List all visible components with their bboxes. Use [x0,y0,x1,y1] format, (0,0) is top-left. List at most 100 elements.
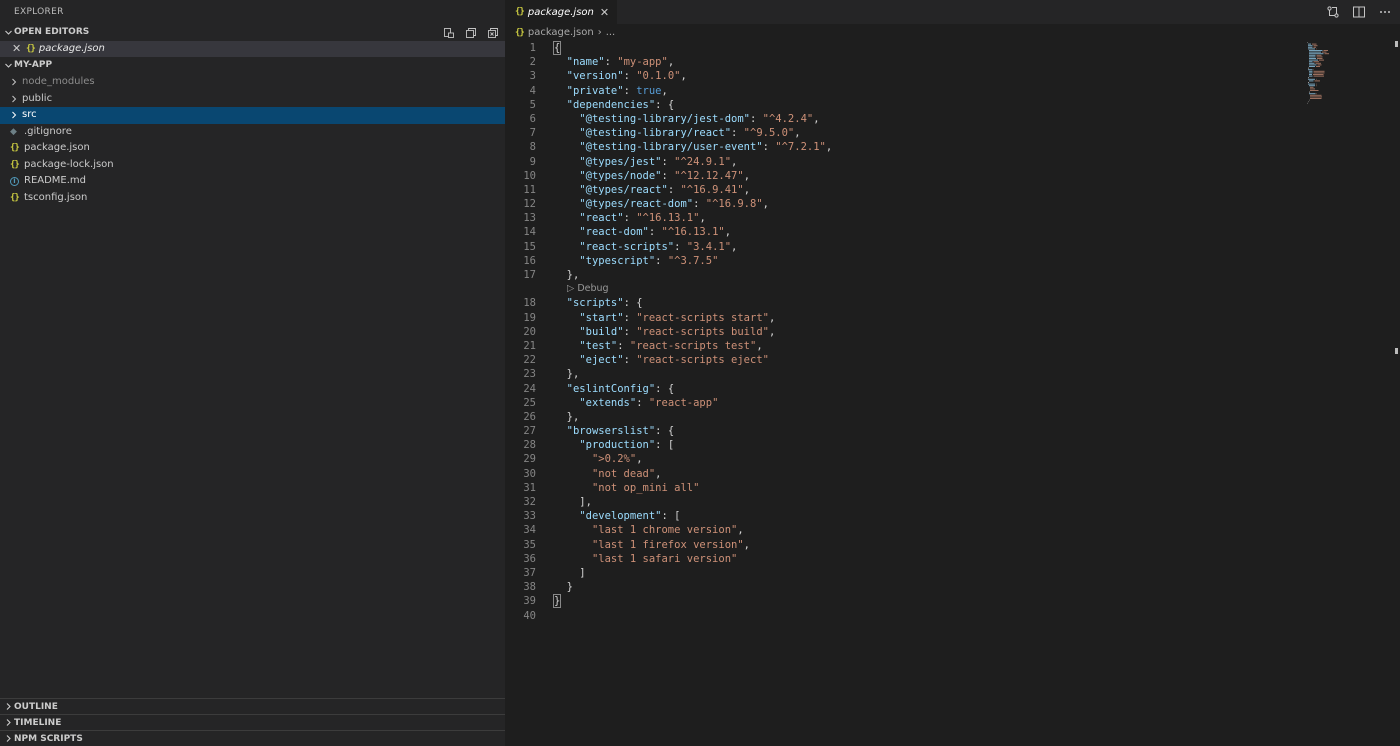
minimap-line [1309,56,1316,58]
json-file-icon: {} [10,192,20,203]
code-text: }, [554,410,580,423]
outline-header[interactable]: OUTLINE [0,698,505,714]
minimap-line [1309,85,1315,87]
code-text: ">0.2%", [591,453,643,466]
code-line: 3 "version": "0.1.0", [505,69,1305,83]
tab-label: package.json [527,6,594,18]
open-editors-label: OPEN EDITORS [14,27,90,37]
minimap-line [1316,54,1322,56]
code-editor[interactable]: 1{2 "name": "my-app", 3 "version": "0.1.0… [505,41,1305,623]
code-text: "@types/react": "^16.9.41", [579,183,751,196]
npm-scripts-header[interactable]: NPM SCRIPTS [0,730,505,746]
info-file-icon: i [10,176,24,186]
minimap-line [1316,93,1317,95]
code-text: "not op_mini all" [591,481,700,494]
code-text: "last 1 chrome version", [591,524,744,537]
tree-item-gitignore[interactable]: ◆ .gitignore [0,124,505,141]
split-editor-icon[interactable] [1352,5,1366,19]
line-number: 22 [523,354,536,367]
code-line: 18 "scripts": { [505,296,1305,310]
close-icon[interactable]: ✕ [600,6,609,19]
line-number: 35 [523,538,536,551]
code-text: "name": "my-app", [566,56,675,69]
minimap-line [1316,83,1317,85]
tree-item-readme[interactable]: i README.md [0,173,505,190]
chevron-right-icon [10,95,22,103]
code-text: } [552,594,562,609]
code-text: "last 1 firefox version", [591,538,750,551]
code-line: 37 ] [505,566,1305,580]
code-text: } [554,581,573,594]
line-number: 38 [523,581,536,594]
code-text: }, [554,269,580,281]
minimap-line [1309,61,1313,63]
minimap-line [1310,94,1322,96]
compare-changes-icon[interactable] [1326,5,1340,19]
line-number: 9 [529,155,536,168]
timeline-header[interactable]: TIMELINE [0,714,505,730]
minimap-line [1316,85,1317,87]
close-icon[interactable]: ✕ [12,41,22,57]
code-text: }, [554,368,580,381]
tree-item-package-json[interactable]: {} package.json [0,140,505,157]
code-text: "browserslist": { [566,425,675,438]
code-line: 34 "last 1 chrome version", [505,523,1305,537]
code-line: 31 "not op_mini all" [505,481,1305,495]
code-text: "start": "react-scripts start", [579,311,776,324]
line-number: 26 [523,410,536,423]
minimap-line [1323,50,1328,51]
tree-item-label: package.json [24,142,90,153]
tree-item-src[interactable]: src [0,107,505,124]
code-line: 16 "typescript": "^3.7.5" [505,254,1305,268]
line-number: 33 [523,510,536,523]
minimap-line [1313,74,1324,75]
code-line: 33 "development": [ [505,509,1305,523]
bottom-sections: OUTLINE TIMELINE NPM SCRIPTS [0,698,505,746]
minimap-line [1308,101,1309,103]
minimap-line [1313,46,1316,48]
minimap-line [1319,59,1324,61]
tree-item-package-lock-json[interactable]: {} package-lock.json [0,157,505,174]
code-text: "test": "react-scripts test", [579,339,763,352]
breadcrumb: {} package.json › ... [505,24,1400,42]
minimap-line [1308,83,1315,85]
line-number: 23 [523,368,536,381]
new-untitled-file-icon[interactable] [443,27,455,39]
tree-item-tsconfig[interactable]: {} tsconfig.json [0,190,505,207]
code-line: 5 "dependencies": { [505,98,1305,112]
tree-item-node-modules[interactable]: node_modules [0,74,505,91]
line-number: 5 [529,98,536,111]
project-header[interactable]: MY-APP [0,57,505,74]
code-text: ], [554,496,592,508]
line-number: 1 [529,42,536,54]
code-text: "@testing-library/user-event": "^7.2.1", [579,141,833,154]
chevron-right-icon [4,718,13,727]
code-line: 1{ [505,41,1305,55]
code-line: 12 "@types/react-dom": "^16.9.8", [505,197,1305,211]
breadcrumb-more[interactable]: ... [606,24,616,42]
more-actions-icon[interactable] [1378,5,1392,19]
close-all-icon[interactable] [487,27,499,39]
code-line: 36 "last 1 safari version" [505,552,1305,566]
minimap-line [1308,82,1309,83]
open-editor-item[interactable]: ✕ {} package.json [0,41,505,57]
code-text: "@types/react-dom": "^16.9.8", [579,198,769,211]
tree-item-public[interactable]: public [0,91,505,108]
chevron-right-icon [10,111,22,119]
minimap-line [1309,62,1315,64]
minimap-line [1308,43,1311,45]
line-number: 28 [523,439,536,452]
debug-codelens[interactable]: ▷ Debug [505,282,1305,296]
code-line: 28 "production": [ [505,438,1305,452]
tab-package-json[interactable]: {} package.json ✕ [505,0,618,24]
save-all-icon[interactable] [465,27,477,39]
code-text: "last 1 safari version" [591,552,738,565]
tree-item-label: README.md [24,175,87,186]
minimap[interactable] [1305,41,1385,111]
code-text: "@types/node": "^12.12.47", [579,169,751,182]
minimap-line [1308,78,1315,80]
json-file-icon: {} [515,28,525,38]
open-editors-header[interactable]: OPEN EDITORS [0,24,505,41]
line-number: 17 [523,269,536,281]
breadcrumb-file[interactable]: package.json [528,24,594,42]
